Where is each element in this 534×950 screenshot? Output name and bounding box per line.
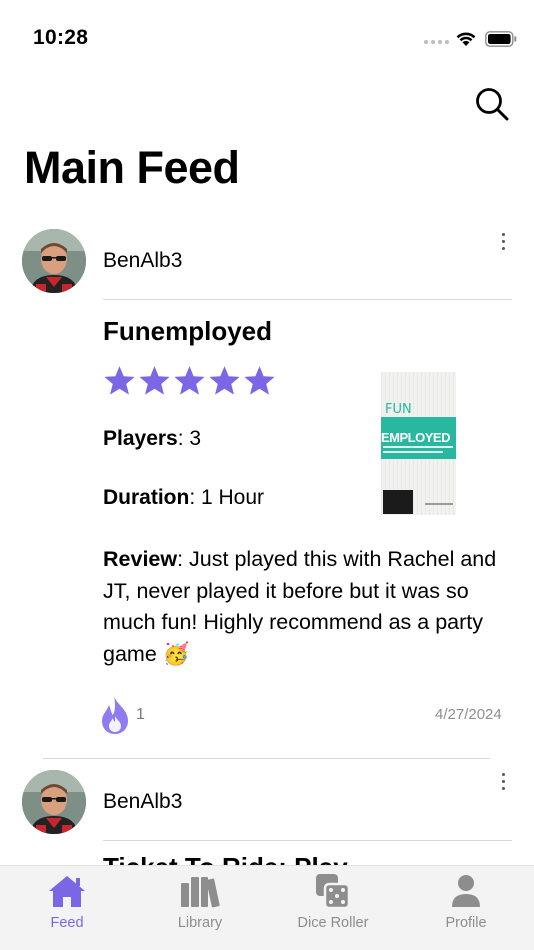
search-button[interactable] bbox=[472, 84, 512, 124]
cellular-signal-icon bbox=[424, 40, 449, 44]
post-separator bbox=[43, 758, 490, 759]
divider bbox=[103, 840, 512, 841]
more-options-button[interactable] bbox=[496, 229, 510, 253]
duration-line: Duration: 1 Hour bbox=[103, 486, 264, 510]
players-label: Players bbox=[103, 427, 178, 450]
user-photo bbox=[22, 770, 86, 834]
username[interactable]: BenAlb3 bbox=[103, 790, 182, 814]
divider bbox=[103, 299, 512, 300]
tab-profile[interactable]: Profile bbox=[411, 866, 521, 936]
star-icon bbox=[209, 366, 240, 395]
players-value: : 3 bbox=[177, 427, 202, 450]
more-options-button[interactable] bbox=[496, 769, 510, 793]
tab-bar: Feed Library Dice Roller Profile bbox=[0, 865, 534, 950]
tab-label: Library bbox=[177, 915, 223, 931]
avatar[interactable] bbox=[22, 770, 86, 834]
wifi-icon bbox=[456, 32, 476, 46]
person-icon bbox=[452, 875, 480, 907]
flame-icon bbox=[102, 696, 128, 734]
box-art-text: FUN bbox=[385, 402, 412, 417]
review-text: Review: Just played this with Rachel and… bbox=[103, 544, 513, 670]
fire-count: 1 bbox=[136, 706, 145, 723]
tab-library[interactable]: Library bbox=[145, 866, 255, 936]
dot-icon bbox=[501, 786, 505, 790]
box-art-text: EMPLOYED bbox=[381, 430, 450, 445]
user-photo bbox=[22, 229, 86, 293]
review-label: Review bbox=[103, 547, 178, 571]
star-icon bbox=[174, 366, 205, 395]
books-icon bbox=[181, 877, 220, 908]
publisher-logo bbox=[383, 490, 413, 514]
star-icon bbox=[139, 366, 170, 395]
star-icon bbox=[244, 366, 275, 395]
page-title: Main Feed bbox=[24, 142, 240, 193]
post-date: 4/27/2024 bbox=[435, 706, 502, 723]
tab-label: Feed bbox=[50, 915, 84, 931]
status-bar: 10:28 bbox=[0, 0, 534, 80]
dot-icon bbox=[501, 246, 505, 250]
status-time: 10:28 bbox=[33, 26, 89, 49]
tab-feed[interactable]: Feed bbox=[12, 866, 122, 936]
star-rating bbox=[103, 364, 276, 397]
dot-icon bbox=[501, 232, 505, 236]
duration-label: Duration bbox=[103, 486, 190, 509]
username[interactable]: BenAlb3 bbox=[103, 249, 182, 273]
dice-icon bbox=[316, 874, 351, 909]
house-icon bbox=[49, 876, 85, 907]
magnifying-glass-icon bbox=[476, 88, 509, 121]
dot-icon bbox=[501, 239, 505, 243]
tab-label: Profile bbox=[445, 915, 487, 931]
game-title[interactable]: Funemployed bbox=[103, 316, 272, 347]
tab-dice-roller[interactable]: Dice Roller bbox=[278, 866, 388, 936]
dot-icon bbox=[501, 772, 505, 776]
players-line: Players: 3 bbox=[103, 427, 201, 451]
avatar[interactable] bbox=[22, 229, 86, 293]
battery-icon bbox=[485, 31, 517, 47]
dot-icon bbox=[501, 779, 505, 783]
game-box-image[interactable]: FUN EMPLOYED bbox=[381, 372, 456, 515]
star-icon bbox=[104, 366, 135, 395]
duration-value: : 1 Hour bbox=[189, 486, 265, 509]
tab-label: Dice Roller bbox=[297, 915, 369, 931]
fire-reaction-button[interactable] bbox=[99, 695, 131, 735]
